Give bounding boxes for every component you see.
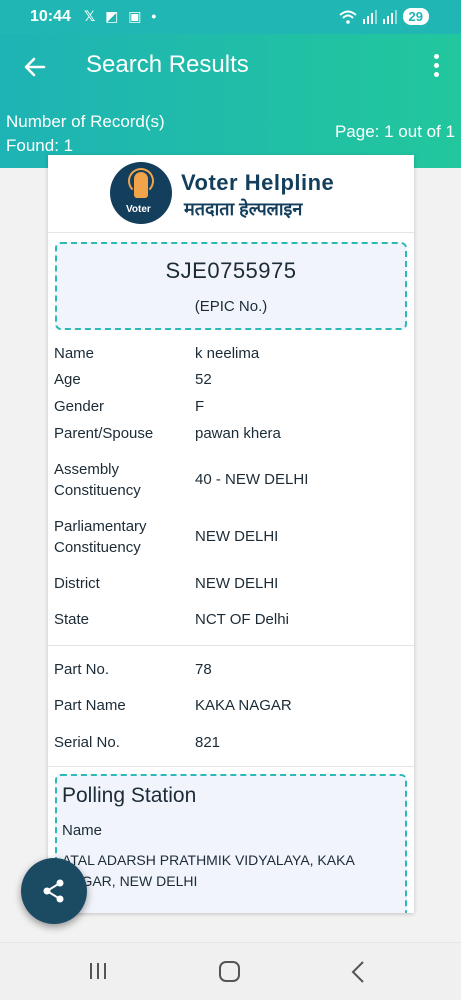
record-count: Number of Record(s) Found: 1	[6, 112, 165, 155]
district-value: NEW DELHI	[195, 575, 279, 592]
serial-label: Serial No.	[54, 734, 120, 751]
age-label: Age	[54, 371, 81, 388]
logo-badge-text: Voter	[126, 204, 151, 215]
wifi-icon	[338, 10, 357, 24]
epic-number: SJE0755975	[165, 258, 297, 283]
serial-value: 821	[195, 734, 221, 751]
polling-name-label: Name	[62, 822, 103, 839]
state-label: State	[54, 611, 90, 628]
epic-label: (EPIC No.)	[194, 298, 268, 315]
share-icon	[43, 879, 64, 903]
assembly-label: Assembly Constituency	[54, 461, 141, 499]
polling-station-box: Polling Station Name ATAL ADARSH PRATHMI…	[55, 774, 407, 913]
district-label: District	[54, 575, 100, 592]
assembly-value: 40 - NEW DELHI	[195, 471, 309, 488]
back-button[interactable]	[20, 52, 50, 82]
name-value: k neelima	[195, 345, 260, 362]
system-nav-bar	[0, 942, 461, 1000]
chevron-left-icon	[351, 961, 364, 983]
epic-box: SJE0755975 (EPIC No.)	[55, 242, 407, 330]
signal-icon-2	[382, 9, 397, 24]
part-name-label: Part Name	[54, 697, 126, 714]
brand-name-hindi: मतदाता हेल्पलाइन	[184, 199, 303, 219]
status-time: 10:44	[30, 8, 71, 25]
notification-icons: 𝕏 ◩ ▣ •	[84, 8, 160, 24]
polling-station-title: Polling Station	[62, 784, 197, 807]
parent-value: pawan khera	[195, 425, 281, 442]
parliament-value: NEW DELHI	[195, 528, 279, 545]
page-title: Search Results	[86, 51, 249, 78]
section-divider-2	[48, 766, 414, 767]
part-no-label: Part No.	[54, 661, 110, 678]
state-value: NCT OF Delhi	[195, 611, 289, 628]
parliament-label: Parliamentary Constituency	[54, 518, 147, 556]
page-indicator: Page: 1 out of 1	[334, 122, 455, 141]
parent-label: Parent/Spouse	[54, 425, 154, 442]
polling-name-value: ATAL ADARSH PRATHMIK VIDYALAYA, KAKA NAG…	[62, 852, 355, 889]
name-label: Name	[54, 345, 95, 362]
part-no-value: 78	[195, 661, 212, 678]
status-bar: 10:44 𝕏 ◩ ▣ • 29	[0, 0, 461, 34]
more-vert-icon	[433, 54, 439, 59]
recent-apps-button[interactable]	[90, 963, 112, 981]
system-back-button[interactable]	[350, 960, 366, 989]
app-bar: Search Results	[0, 34, 461, 100]
gender-label: Gender	[54, 398, 105, 415]
overflow-menu-button[interactable]	[429, 54, 443, 80]
status-right: 29	[338, 8, 429, 25]
logo-header: Voter Voter Helpline मतदाता हेल्पलाइन	[48, 155, 414, 233]
share-button[interactable]	[21, 858, 87, 924]
voter-card: Voter Voter Helpline मतदाता हेल्पलाइन SJ…	[48, 155, 414, 913]
age-value: 52	[195, 371, 212, 388]
signal-icon	[362, 9, 377, 24]
section-divider	[48, 645, 414, 646]
home-button[interactable]	[219, 961, 240, 982]
voter-helpline-logo: Voter	[110, 162, 172, 224]
arrow-left-icon	[24, 57, 46, 77]
gender-value: F	[195, 398, 205, 415]
part-name-value: KAKA NAGAR	[195, 697, 292, 714]
battery-level: 29	[402, 8, 429, 25]
brand-name-english: Voter Helpline	[181, 170, 335, 195]
